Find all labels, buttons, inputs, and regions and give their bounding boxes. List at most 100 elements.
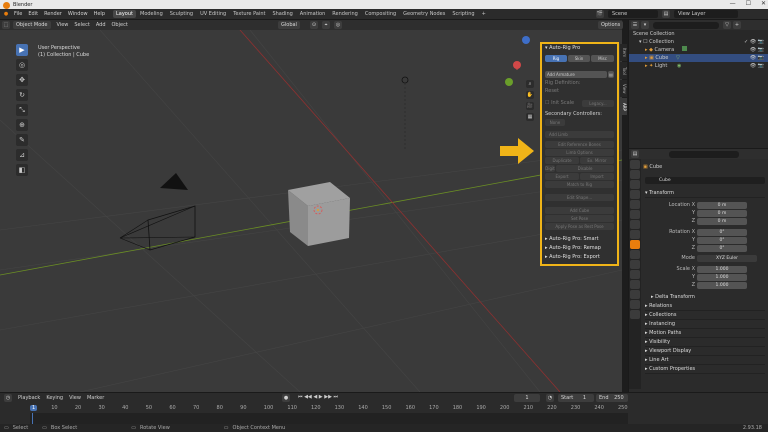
tab-modeling[interactable]: Modeling <box>137 10 166 18</box>
camera-row[interactable]: ▸ ◆ Camera 👁 📷 <box>629 46 768 54</box>
tool-tab-icon[interactable] <box>630 160 640 169</box>
init-scale-checkbox[interactable]: ☐ Init Scale <box>545 100 575 107</box>
modifier-tab-icon[interactable] <box>630 250 640 259</box>
timeline-editor-icon[interactable]: ◷ <box>4 394 12 402</box>
scale-z-field[interactable]: 1.000 <box>697 282 747 289</box>
menu-add[interactable]: Add <box>96 22 106 28</box>
light-visibility-icons[interactable]: 👁 📷 <box>750 62 764 70</box>
grid-view-icon[interactable]: ▦ <box>526 113 534 121</box>
side-tab-tool[interactable]: Tool <box>620 62 627 79</box>
light-row[interactable]: ▸ ✦ Light ◉ 👁 📷 <box>629 62 768 70</box>
menu-edit[interactable]: Edit <box>28 11 38 17</box>
select-box-icon[interactable]: ▶ <box>16 44 28 56</box>
object-tab-icon[interactable] <box>630 240 640 249</box>
texture-tab-icon[interactable] <box>630 230 640 239</box>
duplicate-button[interactable]: Duplicate <box>545 157 579 164</box>
texture-props-tab-icon[interactable] <box>630 310 640 319</box>
close-button[interactable]: ✕ <box>761 0 766 7</box>
particles-tab-icon[interactable] <box>630 260 640 269</box>
add-armature-icon[interactable]: ▤ <box>608 71 614 78</box>
physics-tab-icon[interactable] <box>630 270 640 279</box>
blender-menu-icon[interactable]: ● <box>2 10 10 18</box>
minimize-button[interactable]: — <box>730 0 736 7</box>
3d-viewport[interactable]: ⌕ ✋ 🎥 ▦ <box>0 30 622 392</box>
tab-animation[interactable]: Animation <box>297 10 329 18</box>
data-tab-icon[interactable] <box>630 290 640 299</box>
side-tab-view[interactable]: View <box>620 80 627 97</box>
scale-y-field[interactable]: 1.000 <box>697 274 747 281</box>
menu-timeline-view[interactable]: View <box>69 395 81 401</box>
maximize-button[interactable]: ☐ <box>746 0 751 7</box>
display-mode-icon[interactable]: ▾ <box>641 21 649 29</box>
pivot-icon[interactable]: ⊙ <box>310 21 318 29</box>
playhead[interactable] <box>32 413 33 424</box>
menu-view[interactable]: View <box>57 22 69 28</box>
constraints-tab-icon[interactable] <box>630 280 640 289</box>
properties-editor-icon[interactable]: ▤ <box>631 150 639 158</box>
record-icon[interactable]: ● <box>282 394 290 402</box>
camera-view-icon[interactable]: 🎥 <box>526 102 534 110</box>
limb-options-button[interactable]: Limb Options <box>545 149 614 156</box>
clock-icon[interactable]: ◔ <box>546 394 554 402</box>
delta-transform-header[interactable]: ▸ Delta Transform <box>645 293 765 302</box>
tab-skin[interactable]: Skin <box>568 55 590 62</box>
tab-shading[interactable]: Shading <box>269 10 295 18</box>
tab-texture-paint[interactable]: Texture Paint <box>230 10 268 18</box>
instancing-header[interactable]: ▸ Instancing <box>645 320 765 329</box>
secondary-controllers-dropdown[interactable]: None <box>545 119 565 126</box>
menu-help[interactable]: Help <box>94 11 105 17</box>
material-tab-icon[interactable] <box>630 300 640 309</box>
world-tab-icon[interactable] <box>630 210 640 219</box>
menu-marker[interactable]: Marker <box>87 395 104 401</box>
properties-search-input[interactable] <box>669 150 739 158</box>
legacy-button[interactable]: Legacy... <box>582 100 614 107</box>
add-limb-button[interactable]: Add Limb <box>545 131 614 138</box>
tab-geometry-nodes[interactable]: Geometry Nodes <box>400 10 448 18</box>
timeline-track[interactable] <box>30 413 628 424</box>
disable-button[interactable]: Disable <box>556 165 614 172</box>
subpanel-remap[interactable]: ▸ Auto-Rig Pro: Remap <box>545 245 616 252</box>
menu-render[interactable]: Render <box>44 11 62 17</box>
rotation-y-field[interactable]: 0° <box>697 237 747 244</box>
collections-header[interactable]: ▸ Collections <box>645 311 765 320</box>
options-dropdown[interactable]: Options <box>598 21 624 29</box>
motion-paths-header[interactable]: ▸ Motion Paths <box>645 329 765 338</box>
digit-button[interactable]: Digit <box>545 165 555 172</box>
menu-select[interactable]: Select <box>74 22 89 28</box>
scale-icon[interactable]: ⤡ <box>16 104 28 116</box>
npanel-title[interactable]: ▾ Auto-Rig Pro <box>545 45 616 52</box>
view-layer-selector[interactable]: View Layer <box>674 10 738 18</box>
add-armature-dropdown[interactable]: Add Armature <box>545 71 607 78</box>
move-icon[interactable]: ✥ <box>16 74 28 86</box>
tab-scripting[interactable]: Scripting <box>449 10 477 18</box>
tab-misc[interactable]: Misc <box>591 55 614 62</box>
pan-icon[interactable]: ✋ <box>526 91 534 99</box>
tab-layout[interactable]: Layout <box>113 10 136 18</box>
navigation-gizmo[interactable] <box>505 36 530 86</box>
editor-type-icon[interactable]: ⬚ <box>2 21 10 29</box>
snap-icon[interactable]: ⌖ <box>322 21 330 29</box>
playback-controls[interactable]: ⏮ ◀◀ ◀ ▶ ▶▶ ⏭ <box>298 394 338 400</box>
subpanel-export[interactable]: ▸ Auto-Rig Pro: Export <box>545 254 616 261</box>
tab-uv-editing[interactable]: UV Editing <box>197 10 229 18</box>
menu-object[interactable]: Object <box>112 22 128 28</box>
end-frame-field[interactable]: End 250 <box>596 394 628 402</box>
outliner-search-input[interactable] <box>653 21 719 29</box>
visibility-header[interactable]: ▸ Visibility <box>645 338 765 347</box>
scale-x-field[interactable]: 1.000 <box>697 266 747 273</box>
timeline-ruler[interactable]: 1 10 20 30 40 50 60 70 80 90 100 110 120 130 140 150 160… <box>30 405 630 413</box>
tab-compositing[interactable]: Compositing <box>362 10 399 18</box>
output-tab-icon[interactable] <box>630 180 640 189</box>
scene-selector[interactable]: Scene <box>608 10 658 18</box>
view-layer-tab-icon[interactable] <box>630 190 640 199</box>
cube-visibility-icons[interactable]: 👁 📷 <box>750 54 764 62</box>
tab-rendering[interactable]: Rendering <box>329 10 361 18</box>
line-art-header[interactable]: ▸ Line Art <box>645 356 765 365</box>
rotation-x-field[interactable]: 0° <box>697 229 747 236</box>
transform-orientation-dropdown[interactable]: Global <box>278 21 300 29</box>
apply-pose-button[interactable]: Apply Pose as Rest Pose <box>545 223 614 230</box>
menu-playback[interactable]: Playback <box>18 395 40 401</box>
rotate-icon[interactable]: ↻ <box>16 89 28 101</box>
viewport-display-header[interactable]: ▸ Viewport Display <box>645 347 765 356</box>
location-z-field[interactable]: 0 m <box>697 218 747 225</box>
